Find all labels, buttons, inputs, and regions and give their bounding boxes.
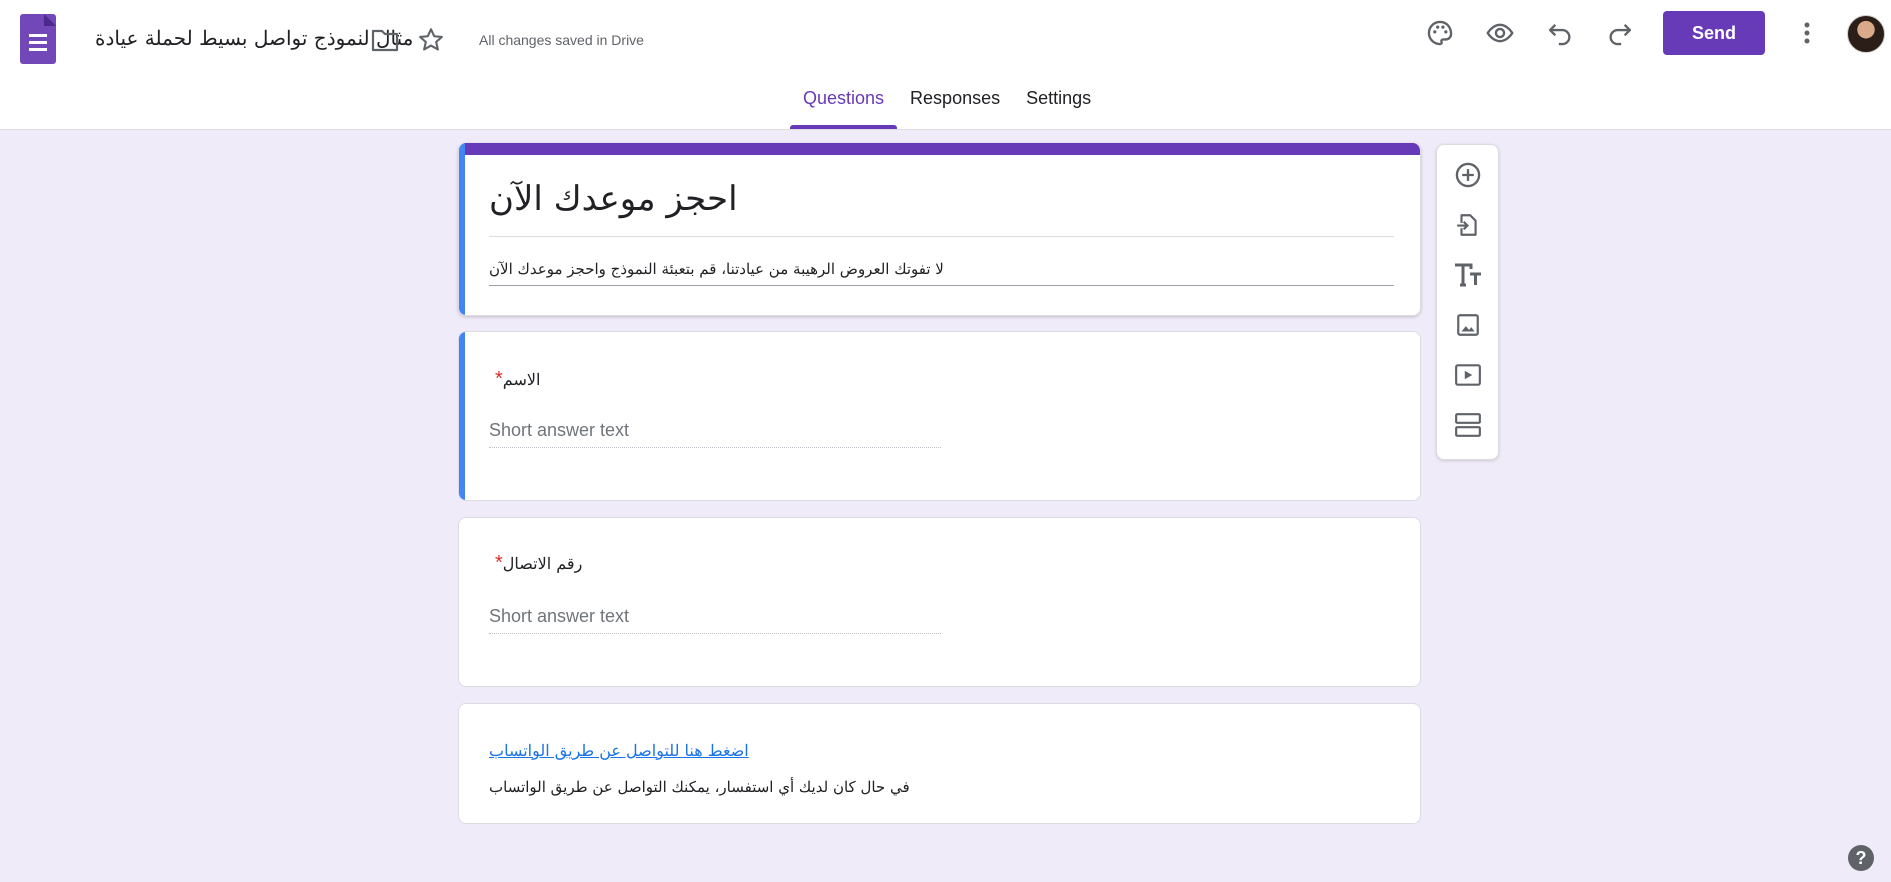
whatsapp-link[interactable]: اضغط هنا للتواصل عن طريق الواتساب: [489, 741, 749, 760]
question-card-name[interactable]: الاسم* Short answer text: [458, 331, 1421, 501]
star-icon[interactable]: [415, 24, 447, 56]
avatar[interactable]: [1847, 15, 1885, 53]
question-toolbar: [1436, 144, 1499, 460]
tab-questions[interactable]: Questions: [790, 88, 898, 130]
form-header-card[interactable]: احجز موعدك الآن لا تفوتك العروض الرهيبة …: [458, 143, 1421, 316]
form-title[interactable]: احجز موعدك الآن: [489, 179, 1394, 237]
question-title: رقم الاتصال*: [489, 552, 582, 575]
app-header: مثال لنموذج تواصل بسيط لحملة عيادة All c…: [0, 0, 1891, 130]
contact-description-card[interactable]: اضغط هنا للتواصل عن طريق الواتساب في حال…: [458, 703, 1421, 824]
add-video-icon[interactable]: [1452, 359, 1484, 391]
tab-settings[interactable]: Settings: [1013, 88, 1104, 130]
add-section-icon[interactable]: [1452, 409, 1484, 441]
add-question-icon[interactable]: [1452, 159, 1484, 191]
help-icon[interactable]: ?: [1848, 845, 1874, 871]
selected-indicator: [459, 143, 465, 315]
question-card-phone[interactable]: رقم الاتصال* Short answer text: [458, 517, 1421, 687]
add-image-icon[interactable]: [1452, 309, 1484, 341]
question-title-text: الاسم: [502, 370, 541, 389]
redo-icon[interactable]: [1604, 17, 1636, 49]
required-mark: *: [495, 552, 503, 574]
send-button[interactable]: Send: [1663, 11, 1765, 55]
add-title-icon[interactable]: [1452, 259, 1484, 291]
document-title[interactable]: مثال لنموذج تواصل بسيط لحملة عيادة: [95, 26, 413, 50]
undo-icon[interactable]: [1544, 17, 1576, 49]
short-answer-field[interactable]: Short answer text: [489, 420, 941, 448]
palette-icon[interactable]: [1424, 17, 1456, 49]
tab-responses[interactable]: Responses: [897, 88, 1013, 130]
folder-icon[interactable]: [369, 24, 401, 56]
forms-logo-icon[interactable]: [20, 14, 56, 64]
short-answer-field[interactable]: Short answer text: [489, 606, 941, 634]
theme-color-bar: [459, 143, 1420, 155]
form-tabs: Questions Responses Settings: [790, 88, 1104, 130]
question-title: الاسم*: [489, 368, 540, 391]
save-status: All changes saved in Drive: [479, 32, 644, 48]
preview-eye-icon[interactable]: [1484, 17, 1516, 49]
question-title-text: رقم الاتصال: [502, 554, 583, 573]
contact-note: في حال كان لديك أي استفسار، يمكنك التواص…: [489, 778, 910, 796]
form-description[interactable]: لا تفوتك العروض الرهيبة من عيادتنا، قم ب…: [489, 260, 1394, 286]
selected-indicator: [459, 332, 465, 500]
required-mark: *: [495, 368, 503, 390]
more-vert-icon[interactable]: [1791, 17, 1823, 49]
import-questions-icon[interactable]: [1452, 209, 1484, 241]
